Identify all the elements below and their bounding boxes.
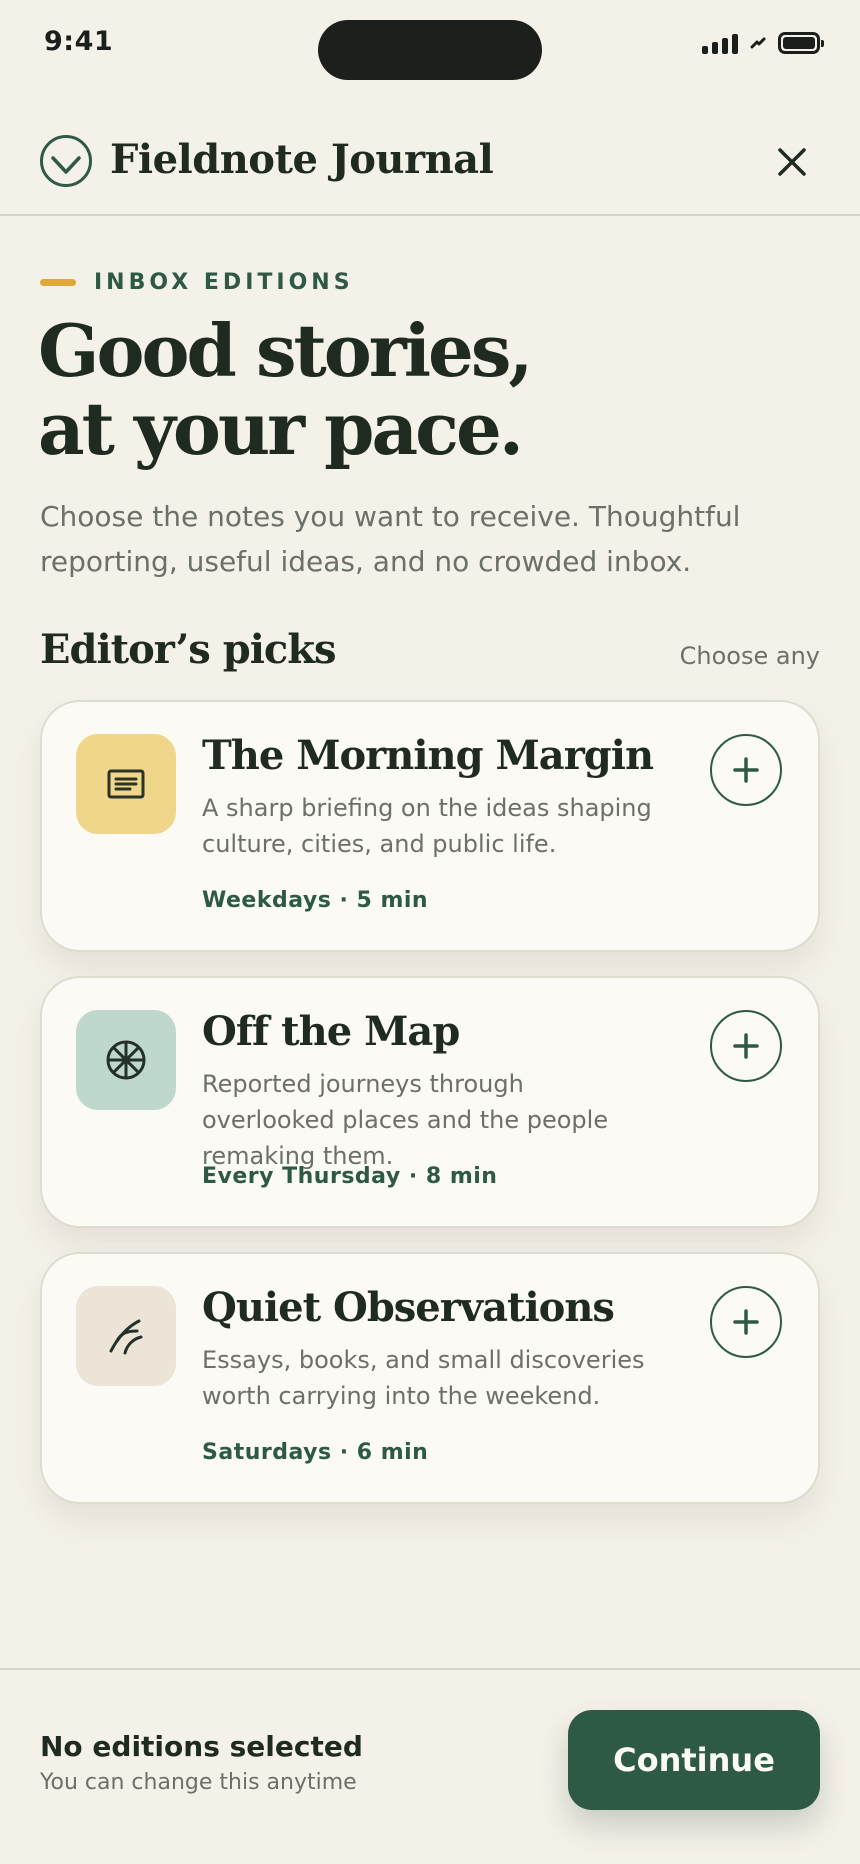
signal-icon — [702, 32, 738, 54]
edition-description: Reported journeys through overlooked pla… — [202, 1070, 609, 1170]
plus-icon — [733, 1033, 759, 1059]
edition-title: Quiet Observations — [202, 1284, 615, 1331]
add-edition-button[interactable] — [710, 734, 782, 806]
headline-line-2: at your pace. — [38, 386, 524, 471]
add-edition-button[interactable] — [710, 1010, 782, 1082]
battery-icon — [778, 32, 824, 54]
selection-hint: You can change this anytime — [40, 1770, 357, 1795]
edition-schedule: Saturdays · 6 min — [202, 1440, 429, 1465]
edition-card-morning-margin[interactable]: The Morning Margin A sharp briefing on t… — [40, 700, 820, 952]
section-hint: Choose any — [679, 642, 820, 670]
edition-schedule: Weekdays · 5 min — [202, 888, 429, 913]
edition-title: Off the Map — [202, 1008, 460, 1055]
section-title: Editor’s picks — [40, 626, 336, 673]
edition-description: A sharp briefing on the ideas shaping cu… — [202, 794, 652, 858]
close-icon — [778, 148, 806, 176]
plus-icon — [733, 1309, 759, 1335]
edition-icon-tile — [76, 734, 176, 834]
continue-button[interactable]: Continue — [568, 1710, 820, 1810]
dynamic-island — [318, 20, 542, 80]
app-header: Fieldnote Journal — [0, 110, 860, 216]
edition-title: The Morning Margin — [202, 732, 654, 779]
add-edition-button[interactable] — [710, 1286, 782, 1358]
status-bar: 9:41 — [0, 0, 860, 90]
page-headline: Good stories, at your pace. — [38, 312, 738, 468]
edition-description: Essays, books, and small discoveries wor… — [202, 1346, 645, 1410]
selection-status: No editions selected — [40, 1730, 363, 1763]
leaf-sprig-icon — [109, 1319, 143, 1355]
status-time: 9:41 — [44, 26, 114, 57]
brand-logo-icon — [40, 135, 92, 187]
newspaper-icon — [107, 769, 145, 799]
edition-card-quiet-observations[interactable]: Quiet Observations Essays, books, and sm… — [40, 1252, 820, 1504]
edition-schedule: Every Thursday · 8 min — [202, 1164, 498, 1189]
edition-icon-tile — [76, 1010, 176, 1110]
close-button[interactable] — [772, 142, 812, 182]
edition-icon-tile — [76, 1286, 176, 1386]
wifi-icon — [750, 37, 766, 49]
footer-bar: No editions selected You can change this… — [0, 1668, 860, 1864]
plus-icon — [733, 757, 759, 783]
eyebrow-label: INBOX EDITIONS — [94, 270, 354, 295]
app-title: Fieldnote Journal — [110, 136, 494, 183]
status-icons — [702, 30, 824, 56]
eyebrow-accent-bar — [40, 279, 76, 286]
edition-card-off-the-map[interactable]: Off the Map Reported journeys through ov… — [40, 976, 820, 1228]
intro-description: Choose the notes you want to receive. Th… — [40, 500, 741, 578]
headline-line-1: Good stories, — [38, 308, 533, 393]
compass-wheel-icon — [106, 1040, 146, 1080]
eyebrow: INBOX EDITIONS — [40, 270, 354, 295]
